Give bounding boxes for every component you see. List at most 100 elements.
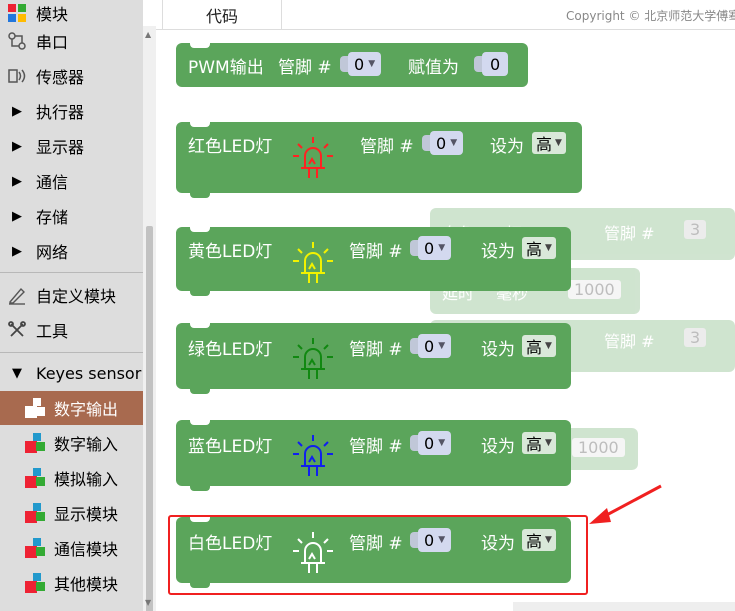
expand-arrow-icon: ▶: [12, 208, 22, 224]
assign-value-field[interactable]: 0: [474, 51, 509, 77]
sidebar-subitem-other-module[interactable]: 其他模块: [0, 566, 143, 600]
pin-dropdown[interactable]: 0 ▼: [422, 130, 464, 156]
level-value: 高: [526, 435, 543, 454]
expand-arrow-icon: ▶: [12, 138, 22, 154]
level-value: 高: [536, 135, 553, 154]
block-tab: [190, 291, 210, 296]
module-block-icon: [24, 432, 46, 454]
module-block-icon: [24, 537, 46, 559]
pin-label: 管脚 #: [349, 437, 403, 457]
pin-value: 0: [424, 433, 435, 453]
input-plug: [410, 338, 418, 354]
expand-arrow-icon: ▶: [12, 243, 22, 259]
block-notch: [190, 227, 210, 232]
block-workspace[interactable]: 白色LED灯 管脚 # 3 延时 毫秒 1000 管脚 # 3 1000 PWM…: [156, 30, 735, 611]
scrollbar-thumb[interactable]: [146, 226, 153, 611]
input-plug: [410, 240, 418, 256]
level-value: 高: [526, 240, 543, 259]
level-dropdown[interactable]: 高 ▼: [532, 132, 566, 154]
block-notch: [190, 122, 210, 127]
sidebar-item-network[interactable]: ▶ 网络: [0, 234, 143, 268]
assign-value: 0: [490, 54, 501, 74]
module-block-icon: [24, 572, 46, 594]
sidebar-item-sensor[interactable]: 传感器: [0, 59, 143, 93]
pin-value: 0: [424, 336, 435, 356]
block-tab: [190, 389, 210, 394]
assign-label: 赋值为: [408, 58, 459, 78]
red-led-block[interactable]: 红色LED灯 管脚 # 0 ▼ 设为 高 ▼: [176, 122, 582, 198]
sidebar-item-custom-modules[interactable]: 自定义模块: [0, 278, 143, 312]
sidebar-item-serial[interactable]: 串口: [0, 24, 143, 58]
blue-led-block[interactable]: 蓝色LED灯 管脚 # 0 ▼ 设为 高 ▼: [176, 420, 571, 491]
sidebar-item-label: 存储: [36, 208, 69, 227]
input-plug: [474, 56, 482, 72]
chevron-down-icon: ▼: [545, 243, 552, 253]
sidebar-item-communication[interactable]: ▶ 通信: [0, 164, 143, 198]
pin-value: 0: [424, 238, 435, 258]
sidebar-item-label: 传感器: [36, 68, 85, 87]
set-label: 设为: [481, 340, 515, 360]
ghost-pin-label: 管脚 #: [604, 332, 655, 351]
collapse-arrow-icon: ▼: [12, 365, 22, 381]
pwm-output-block[interactable]: PWM输出 管脚 # 0 ▼ 赋值为 0: [176, 43, 528, 87]
chevron-down-icon: ▼: [438, 438, 446, 448]
led-icon: [290, 134, 336, 180]
tools-icon: [6, 319, 28, 341]
input-plug: [340, 56, 348, 72]
sidebar-item-label: 数字输出: [54, 400, 119, 419]
level-dropdown[interactable]: 高 ▼: [522, 335, 556, 357]
sidebar-item-storage[interactable]: ▶ 存储: [0, 199, 143, 233]
pin-label: 管脚 #: [349, 340, 403, 360]
pen-icon: [6, 284, 28, 306]
sidebar-item-actuator[interactable]: ▶ 执行器: [0, 94, 143, 128]
sidebar-subitem-comm-module[interactable]: 通信模块: [0, 531, 143, 565]
sidebar-item-label: 网络: [36, 243, 69, 262]
pin-dropdown[interactable]: 0 ▼: [410, 430, 452, 456]
horizontal-scrollbar[interactable]: [513, 602, 735, 611]
pin-value: 0: [354, 54, 365, 74]
pin-label: 管脚 #: [360, 137, 414, 157]
scroll-down-icon[interactable]: ▼: [145, 598, 151, 607]
ghost-pin-value: 3: [684, 328, 707, 347]
pin-dropdown[interactable]: 0 ▼: [340, 51, 382, 77]
led-label: 绿色LED灯: [188, 340, 273, 360]
sidebar-scrollbar[interactable]: ▲ ▼: [143, 26, 156, 611]
yellow-led-block[interactable]: 黄色LED灯 管脚 # 0 ▼ 设为 高 ▼: [176, 227, 571, 296]
chevron-down-icon: ▼: [555, 138, 562, 148]
sidebar-divider: [0, 272, 143, 273]
green-led-block[interactable]: 绿色LED灯 管脚 # 0 ▼ 设为 高 ▼: [176, 323, 571, 394]
sidebar-item-keyes-sensor[interactable]: ▼ Keyes sensor: [0, 356, 143, 390]
annotation-arrow-icon: [589, 484, 662, 524]
sidebar-subitem-analog-input[interactable]: 模拟输入: [0, 461, 143, 495]
sidebar-subitem-digital-output[interactable]: 数字输出: [0, 391, 143, 425]
level-dropdown[interactable]: 高 ▼: [522, 237, 556, 259]
pin-value: 0: [436, 133, 447, 153]
tab-code[interactable]: 代码: [162, 0, 282, 30]
sidebar-item-label: 数字输入: [54, 435, 119, 454]
sidebar-item-display[interactable]: ▶ 显示器: [0, 129, 143, 163]
sidebar-item-label: 显示器: [36, 138, 85, 157]
block-tab: [190, 486, 210, 491]
pin-label: 管脚 #: [278, 58, 332, 78]
sidebar-modules-label: 模块: [36, 5, 69, 24]
sidebar-subitem-digital-input[interactable]: 数字输入: [0, 426, 143, 460]
expand-arrow-icon: ▶: [12, 173, 22, 189]
module-block-icon: [24, 502, 46, 524]
copyright-text: Copyright © 北京师范大学傅骞: [566, 9, 735, 23]
pin-dropdown[interactable]: 0 ▼: [410, 235, 452, 261]
sidebar-item-label: Keyes sensor: [36, 363, 142, 383]
sidebar-divider: [0, 352, 143, 353]
pin-dropdown[interactable]: 0 ▼: [410, 333, 452, 359]
block-notch: [190, 420, 210, 425]
level-dropdown[interactable]: 高 ▼: [522, 432, 556, 454]
sensor-icon: [6, 65, 28, 87]
sidebar-item-label: 工具: [36, 322, 69, 341]
led-label: 黄色LED灯: [188, 242, 273, 262]
ghost-pin-value: 3: [684, 220, 707, 239]
set-label: 设为: [490, 137, 524, 157]
sidebar-subitem-display-module[interactable]: 显示模块: [0, 496, 143, 530]
led-icon: [290, 335, 336, 381]
sidebar-item-tools[interactable]: 工具: [0, 313, 143, 347]
set-label: 设为: [481, 437, 515, 457]
scroll-up-icon[interactable]: ▲: [145, 30, 151, 39]
